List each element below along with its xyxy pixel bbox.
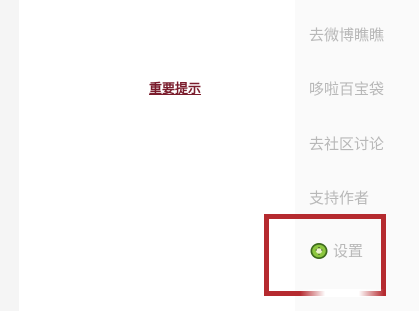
left-edge-strip (0, 0, 19, 311)
menu-item-support-author[interactable]: 支持作者 (309, 187, 369, 208)
menu-item-weibo[interactable]: 去微博瞧瞧 (309, 24, 384, 45)
settings-label: 设置 (333, 242, 364, 260)
important-notice-link[interactable]: 重要提示 (149, 78, 201, 97)
main-panel (19, 0, 295, 311)
menu-item-settings[interactable]: 设置 (310, 240, 363, 261)
kiwi-icon (310, 242, 328, 260)
menu-item-doraemon-bag[interactable]: 哆啦百宝袋 (309, 78, 384, 99)
side-menu: 去微博瞧瞧 哆啦百宝袋 去社区讨论 支持作者 (295, 0, 419, 311)
menu-item-community[interactable]: 去社区讨论 (309, 133, 384, 154)
